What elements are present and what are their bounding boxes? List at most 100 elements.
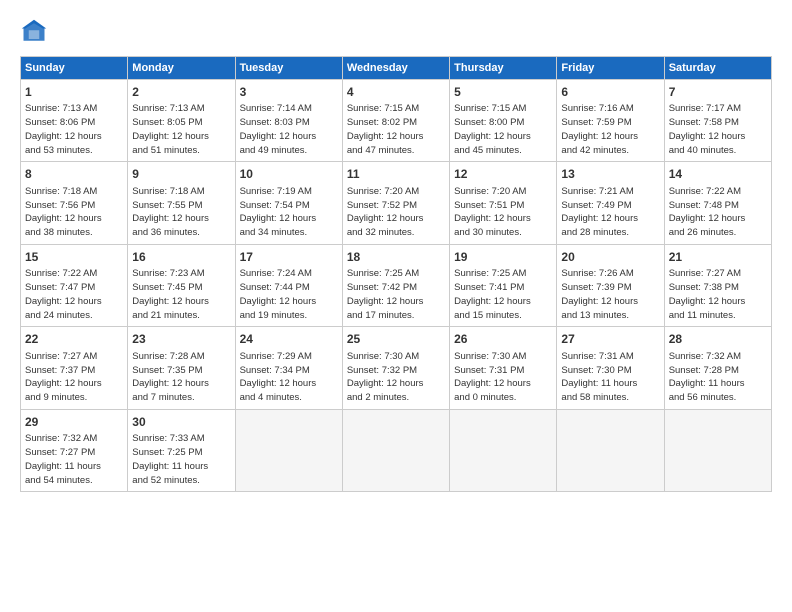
sunset: Sunset: 7:34 PM — [240, 365, 310, 376]
sunset: Sunset: 8:02 PM — [347, 117, 417, 128]
day-number: 28 — [669, 331, 767, 348]
daylight-minutes: and 38 minutes. — [25, 227, 93, 238]
day-number: 23 — [132, 331, 230, 348]
daylight-hours: Daylight: 12 hours — [669, 213, 746, 224]
daylight-minutes: and 19 minutes. — [240, 310, 308, 321]
day-number: 7 — [669, 84, 767, 101]
sunrise: Sunrise: 7:23 AM — [132, 268, 204, 279]
calendar-day-cell: 30Sunrise: 7:33 AMSunset: 7:25 PMDayligh… — [128, 409, 235, 491]
daylight-minutes: and 21 minutes. — [132, 310, 200, 321]
daylight-hours: Daylight: 12 hours — [25, 296, 102, 307]
sunrise: Sunrise: 7:27 AM — [669, 268, 741, 279]
calendar-week-row: 29Sunrise: 7:32 AMSunset: 7:27 PMDayligh… — [21, 409, 772, 491]
daylight-minutes: and 53 minutes. — [25, 145, 93, 156]
calendar-day-cell — [664, 409, 771, 491]
daylight-minutes: and 28 minutes. — [561, 227, 629, 238]
daylight-hours: Daylight: 12 hours — [25, 131, 102, 142]
sunset: Sunset: 7:51 PM — [454, 200, 524, 211]
sunrise: Sunrise: 7:15 AM — [347, 103, 419, 114]
logo-icon — [20, 18, 48, 46]
calendar-day-cell: 5Sunrise: 7:15 AMSunset: 8:00 PMDaylight… — [450, 80, 557, 162]
daylight-minutes: and 49 minutes. — [240, 145, 308, 156]
sunrise: Sunrise: 7:16 AM — [561, 103, 633, 114]
daylight-hours: Daylight: 12 hours — [347, 378, 424, 389]
calendar-day-cell: 11Sunrise: 7:20 AMSunset: 7:52 PMDayligh… — [342, 162, 449, 244]
sunrise: Sunrise: 7:18 AM — [132, 186, 204, 197]
daylight-hours: Daylight: 12 hours — [132, 213, 209, 224]
daylight-hours: Daylight: 12 hours — [240, 296, 317, 307]
daylight-hours: Daylight: 12 hours — [561, 296, 638, 307]
day-of-week-header: Saturday — [664, 57, 771, 80]
calendar-week-row: 15Sunrise: 7:22 AMSunset: 7:47 PMDayligh… — [21, 244, 772, 326]
daylight-hours: Daylight: 12 hours — [454, 296, 531, 307]
daylight-minutes: and 0 minutes. — [454, 392, 516, 403]
daylight-minutes: and 56 minutes. — [669, 392, 737, 403]
calendar-day-cell: 27Sunrise: 7:31 AMSunset: 7:30 PMDayligh… — [557, 327, 664, 409]
sunset: Sunset: 7:41 PM — [454, 282, 524, 293]
sunset: Sunset: 7:32 PM — [347, 365, 417, 376]
sunrise: Sunrise: 7:19 AM — [240, 186, 312, 197]
sunrise: Sunrise: 7:13 AM — [25, 103, 97, 114]
daylight-minutes: and 45 minutes. — [454, 145, 522, 156]
calendar-header-row: SundayMondayTuesdayWednesdayThursdayFrid… — [21, 57, 772, 80]
day-number: 26 — [454, 331, 552, 348]
sunset: Sunset: 7:31 PM — [454, 365, 524, 376]
sunset: Sunset: 7:49 PM — [561, 200, 631, 211]
sunrise: Sunrise: 7:20 AM — [347, 186, 419, 197]
calendar-week-row: 1Sunrise: 7:13 AMSunset: 8:06 PMDaylight… — [21, 80, 772, 162]
day-of-week-header: Sunday — [21, 57, 128, 80]
sunrise: Sunrise: 7:33 AM — [132, 433, 204, 444]
calendar-day-cell: 7Sunrise: 7:17 AMSunset: 7:58 PMDaylight… — [664, 80, 771, 162]
day-of-week-header: Wednesday — [342, 57, 449, 80]
sunset: Sunset: 7:59 PM — [561, 117, 631, 128]
daylight-hours: Daylight: 12 hours — [347, 131, 424, 142]
daylight-hours: Daylight: 12 hours — [132, 296, 209, 307]
sunrise: Sunrise: 7:25 AM — [347, 268, 419, 279]
calendar-day-cell: 16Sunrise: 7:23 AMSunset: 7:45 PMDayligh… — [128, 244, 235, 326]
calendar-day-cell: 15Sunrise: 7:22 AMSunset: 7:47 PMDayligh… — [21, 244, 128, 326]
daylight-minutes: and 7 minutes. — [132, 392, 194, 403]
calendar-day-cell: 3Sunrise: 7:14 AMSunset: 8:03 PMDaylight… — [235, 80, 342, 162]
day-number: 2 — [132, 84, 230, 101]
calendar-day-cell: 20Sunrise: 7:26 AMSunset: 7:39 PMDayligh… — [557, 244, 664, 326]
daylight-hours: Daylight: 11 hours — [669, 378, 745, 389]
calendar-day-cell: 1Sunrise: 7:13 AMSunset: 8:06 PMDaylight… — [21, 80, 128, 162]
daylight-hours: Daylight: 12 hours — [240, 131, 317, 142]
daylight-hours: Daylight: 11 hours — [25, 461, 101, 472]
sunset: Sunset: 8:05 PM — [132, 117, 202, 128]
calendar-week-row: 22Sunrise: 7:27 AMSunset: 7:37 PMDayligh… — [21, 327, 772, 409]
sunset: Sunset: 7:38 PM — [669, 282, 739, 293]
sunset: Sunset: 7:39 PM — [561, 282, 631, 293]
daylight-minutes: and 42 minutes. — [561, 145, 629, 156]
daylight-minutes: and 4 minutes. — [240, 392, 302, 403]
calendar-day-cell: 26Sunrise: 7:30 AMSunset: 7:31 PMDayligh… — [450, 327, 557, 409]
day-number: 8 — [25, 166, 123, 183]
day-number: 25 — [347, 331, 445, 348]
calendar-day-cell — [557, 409, 664, 491]
sunrise: Sunrise: 7:30 AM — [347, 351, 419, 362]
calendar-day-cell: 14Sunrise: 7:22 AMSunset: 7:48 PMDayligh… — [664, 162, 771, 244]
daylight-hours: Daylight: 12 hours — [561, 131, 638, 142]
day-number: 29 — [25, 414, 123, 431]
calendar-day-cell: 2Sunrise: 7:13 AMSunset: 8:05 PMDaylight… — [128, 80, 235, 162]
daylight-hours: Daylight: 12 hours — [347, 213, 424, 224]
sunrise: Sunrise: 7:30 AM — [454, 351, 526, 362]
daylight-minutes: and 17 minutes. — [347, 310, 415, 321]
calendar-day-cell: 10Sunrise: 7:19 AMSunset: 7:54 PMDayligh… — [235, 162, 342, 244]
day-number: 3 — [240, 84, 338, 101]
sunrise: Sunrise: 7:15 AM — [454, 103, 526, 114]
day-of-week-header: Friday — [557, 57, 664, 80]
sunrise: Sunrise: 7:24 AM — [240, 268, 312, 279]
calendar-day-cell: 23Sunrise: 7:28 AMSunset: 7:35 PMDayligh… — [128, 327, 235, 409]
daylight-hours: Daylight: 11 hours — [561, 378, 637, 389]
sunrise: Sunrise: 7:25 AM — [454, 268, 526, 279]
page: SundayMondayTuesdayWednesdayThursdayFrid… — [0, 0, 792, 502]
sunrise: Sunrise: 7:32 AM — [669, 351, 741, 362]
calendar-day-cell: 21Sunrise: 7:27 AMSunset: 7:38 PMDayligh… — [664, 244, 771, 326]
day-number: 13 — [561, 166, 659, 183]
day-number: 24 — [240, 331, 338, 348]
day-number: 30 — [132, 414, 230, 431]
daylight-minutes: and 40 minutes. — [669, 145, 737, 156]
sunrise: Sunrise: 7:22 AM — [25, 268, 97, 279]
sunset: Sunset: 7:35 PM — [132, 365, 202, 376]
